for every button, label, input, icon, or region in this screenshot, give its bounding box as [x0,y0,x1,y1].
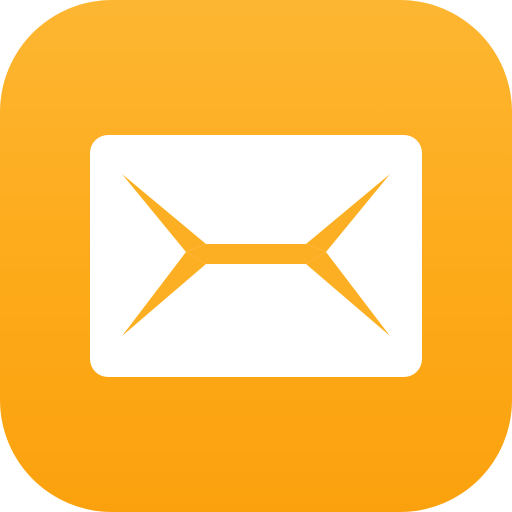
envelope-icon [0,0,512,512]
mail-icon [90,135,422,377]
mail-app-icon[interactable] [0,0,512,512]
